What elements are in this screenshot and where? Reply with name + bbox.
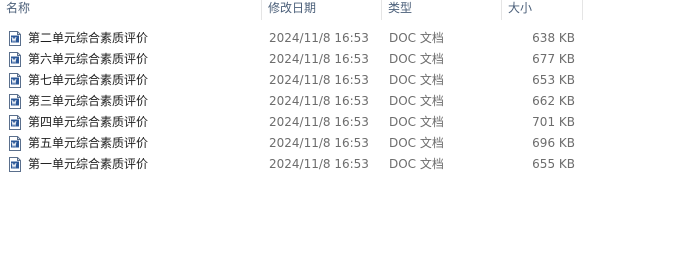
word-doc-icon	[9, 115, 21, 130]
file-row[interactable]: 第五单元综合素质评价 2024/11/8 16:53 DOC 文档 696 KB	[0, 133, 679, 154]
file-name: 第三单元综合素质评价	[28, 94, 149, 108]
file-date: 2024/11/8 16:53	[269, 136, 369, 150]
file-name: 第七单元综合素质评价	[28, 73, 149, 87]
file-size: 696 KB	[532, 136, 575, 150]
word-doc-icon	[9, 94, 21, 109]
column-header-bar: 名称 修改日期 类型 大小	[0, 0, 679, 20]
file-type: DOC 文档	[389, 115, 444, 129]
column-header-name[interactable]: 名称	[0, 0, 262, 20]
file-size: 653 KB	[532, 73, 575, 87]
file-name: 第四单元综合素质评价	[28, 115, 149, 129]
word-doc-icon	[9, 136, 21, 151]
file-date: 2024/11/8 16:53	[269, 115, 369, 129]
file-name: 第一单元综合素质评价	[28, 157, 149, 171]
file-row[interactable]: 第三单元综合素质评价 2024/11/8 16:53 DOC 文档 662 KB	[0, 91, 679, 112]
file-row[interactable]: 第二单元综合素质评价 2024/11/8 16:53 DOC 文档 638 KB	[0, 28, 679, 49]
file-name: 第五单元综合素质评价	[28, 136, 149, 150]
file-size: 662 KB	[532, 94, 575, 108]
file-list: 第二单元综合素质评价 2024/11/8 16:53 DOC 文档 638 KB…	[0, 28, 679, 175]
column-header-size[interactable]: 大小	[502, 0, 583, 20]
file-date: 2024/11/8 16:53	[269, 52, 369, 66]
file-date: 2024/11/8 16:53	[269, 94, 369, 108]
file-row[interactable]: 第六单元综合素质评价 2024/11/8 16:53 DOC 文档 677 KB	[0, 49, 679, 70]
word-doc-icon	[9, 52, 21, 67]
file-name: 第二单元综合素质评价	[28, 31, 149, 45]
file-size: 655 KB	[532, 157, 575, 171]
file-row[interactable]: 第七单元综合素质评价 2024/11/8 16:53 DOC 文档 653 KB	[0, 70, 679, 91]
file-name: 第六单元综合素质评价	[28, 52, 149, 66]
file-row[interactable]: 第一单元综合素质评价 2024/11/8 16:53 DOC 文档 655 KB	[0, 154, 679, 175]
file-type: DOC 文档	[389, 157, 444, 171]
word-doc-icon	[9, 73, 21, 88]
column-header-date[interactable]: 修改日期	[262, 0, 382, 20]
column-header-type[interactable]: 类型	[382, 0, 502, 20]
file-date: 2024/11/8 16:53	[269, 31, 369, 45]
file-type: DOC 文档	[389, 52, 444, 66]
file-size: 701 KB	[532, 115, 575, 129]
word-doc-icon	[9, 31, 21, 46]
file-date: 2024/11/8 16:53	[269, 157, 369, 171]
file-size: 677 KB	[532, 52, 575, 66]
file-type: DOC 文档	[389, 31, 444, 45]
file-type: DOC 文档	[389, 94, 444, 108]
word-doc-icon	[9, 157, 21, 172]
file-type: DOC 文档	[389, 136, 444, 150]
file-row[interactable]: 第四单元综合素质评价 2024/11/8 16:53 DOC 文档 701 KB	[0, 112, 679, 133]
file-type: DOC 文档	[389, 73, 444, 87]
file-date: 2024/11/8 16:53	[269, 73, 369, 87]
file-size: 638 KB	[532, 31, 575, 45]
